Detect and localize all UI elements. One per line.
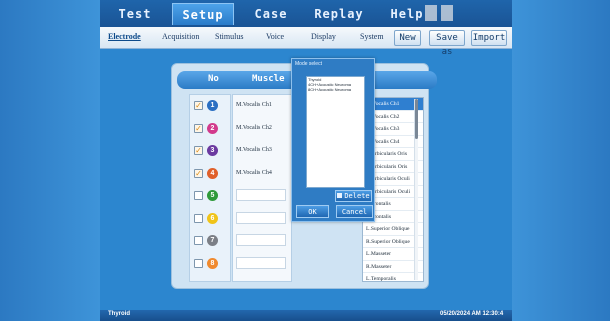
delete-icon	[337, 193, 343, 198]
channel-checkbox[interactable]	[194, 213, 203, 223]
left-background	[0, 0, 100, 321]
channel-number-badge: 8	[207, 257, 218, 269]
muscle-list-scrollbar[interactable]	[414, 99, 418, 280]
subtab-system[interactable]: System	[360, 32, 384, 41]
column-muscle-header: Muscle	[252, 74, 285, 84]
delete-button[interactable]: Delete	[335, 190, 372, 202]
status-datetime: 05/20/2024 AM 12:30:4	[440, 311, 504, 317]
channel-checkbox[interactable]	[194, 258, 203, 268]
channel-number-badge: 3	[207, 145, 218, 156]
channel-number-badge: 1	[207, 100, 218, 111]
main-tab-bar: Test Setup Case Replay Help	[100, 0, 512, 27]
tab-replay[interactable]: Replay	[308, 3, 370, 25]
channel-column	[189, 94, 231, 282]
channel-checkbox[interactable]: ✓	[194, 123, 203, 133]
status-bar: Thyroid 05/20/2024 AM 12:30:4	[100, 310, 512, 321]
maximize-control[interactable]	[441, 5, 453, 21]
mode-item[interactable]: 8CH+Acoustic Neuroma	[307, 87, 364, 92]
scrollbar-thumb[interactable]	[415, 99, 418, 139]
status-mode: Thyroid	[108, 311, 130, 317]
muscle-name-field[interactable]	[236, 256, 286, 269]
right-background	[510, 0, 610, 321]
save-as-button[interactable]: Save as	[429, 30, 465, 57]
channel-number-badge: 5	[207, 190, 218, 201]
tab-setup[interactable]: Setup	[172, 3, 234, 25]
tab-test[interactable]: Test	[104, 3, 166, 25]
setup-sub-toolbar: Electrode Acquisition Stimulus Voice Dis…	[100, 27, 512, 57]
muscle-name-field[interactable]	[236, 211, 286, 224]
muscle-name-field[interactable]	[236, 234, 286, 246]
application-window: Test Setup Case Replay Help Electrode Ac…	[100, 0, 512, 321]
mode-select-dialog: Mode select Thyroid 4CH+Acoustic Neuroma…	[291, 58, 375, 222]
mode-list[interactable]: Thyroid 4CH+Acoustic Neuroma 8CH+Acousti…	[306, 76, 365, 188]
window-controls	[425, 5, 453, 21]
dialog-title: Mode select	[295, 61, 322, 67]
muscle-name[interactable]: M.Vocalis Ch1	[236, 99, 286, 113]
subtab-acquisition[interactable]: Acquisition	[162, 32, 199, 41]
import-button[interactable]: Import	[471, 30, 507, 46]
minimize-control[interactable]	[425, 5, 437, 21]
column-no-header: No	[208, 74, 219, 84]
muscle-name[interactable]: M.Vocalis Ch2	[236, 122, 286, 136]
channel-checkbox[interactable]: ✓	[194, 146, 203, 155]
channel-number-badge: 4	[207, 167, 218, 179]
subtab-stimulus[interactable]: Stimulus	[215, 32, 243, 41]
muscle-name-field[interactable]	[236, 189, 286, 201]
muscle-name[interactable]: M.Vocalis Ch3	[236, 144, 286, 158]
channel-checkbox[interactable]: ✓	[194, 101, 203, 110]
subtab-electrode[interactable]: Electrode	[108, 32, 141, 41]
tab-case[interactable]: Case	[240, 3, 302, 25]
delete-label: Delete	[344, 192, 370, 200]
cancel-button[interactable]: Cancel	[336, 205, 373, 218]
channel-checkbox[interactable]	[194, 191, 203, 200]
channel-checkbox[interactable]	[194, 236, 203, 245]
new-button[interactable]: New	[394, 30, 421, 46]
channel-number-badge: 6	[207, 212, 218, 224]
channel-checkbox[interactable]: ✓	[194, 168, 203, 178]
subtab-voice[interactable]: Voice	[266, 32, 284, 41]
channel-number-badge: 7	[207, 235, 218, 246]
ok-button[interactable]: OK	[296, 205, 329, 218]
muscle-name[interactable]: M.Vocalis Ch4	[236, 167, 286, 181]
channel-number-badge: 2	[207, 122, 218, 134]
subtab-display[interactable]: Display	[311, 32, 336, 41]
